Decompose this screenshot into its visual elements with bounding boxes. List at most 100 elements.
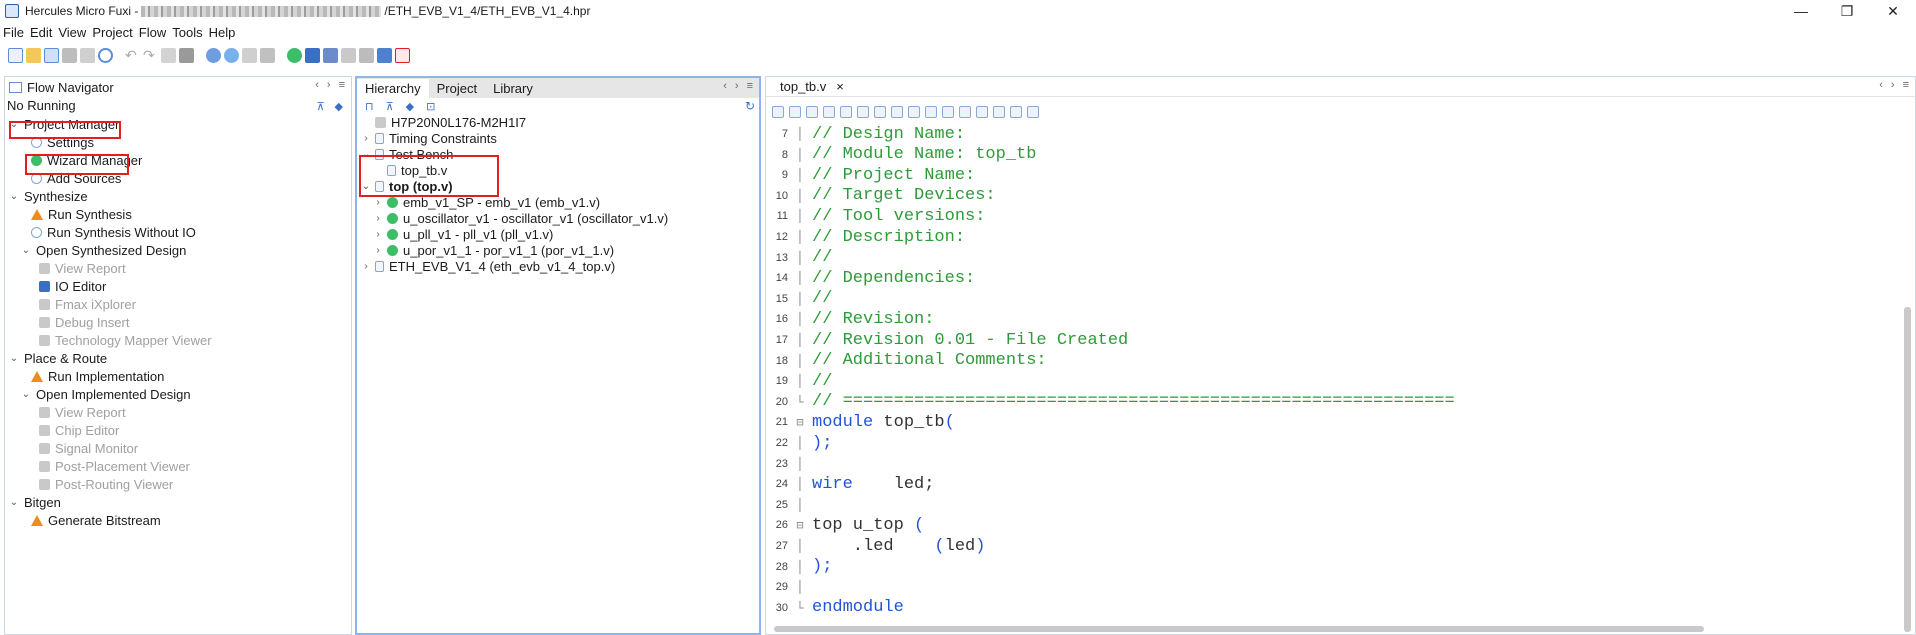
code-line[interactable]: 8 │ // Module Name: top_tb [766,145,1037,165]
copy-icon[interactable] [161,47,176,63]
horizontal-scrollbar[interactable] [774,626,1704,632]
chevron-down-icon[interactable]: ⌄ [9,497,19,508]
code-line[interactable]: 22 │); [766,433,833,453]
maximize-button[interactable]: ❐ [1824,0,1870,22]
flow-item-technology-mapper-viewer[interactable]: Technology Mapper Viewer [39,331,212,349]
implementation-icon[interactable] [224,47,239,63]
code-line[interactable]: 29 │ [766,577,812,597]
code-line[interactable]: 7 │ // Design Name: [766,124,965,144]
flow-item-fmax-ixplorer[interactable]: Fmax iXplorer [39,295,136,313]
comment-icon[interactable] [925,106,937,118]
redo-icon[interactable]: ↷ [143,47,158,63]
zoom-out-icon[interactable] [908,106,920,118]
code-line[interactable]: 18 │ // Additional Comments: [766,351,1047,371]
format-icon[interactable] [1027,106,1039,118]
fold-marker[interactable]: ⊟ [788,518,812,532]
menu-tools[interactable]: Tools [169,25,205,40]
flow-item-generate-bitstream[interactable]: Generate Bitstream [31,511,161,529]
flow-item-chip-editor[interactable]: Chip Editor [39,421,119,439]
code-line[interactable]: 10 │ // Target Devices: [766,186,996,206]
editor-cut-icon[interactable] [823,106,835,118]
code-line[interactable]: 11 │ // Tool versions: [766,206,986,226]
menu-project[interactable]: Project [89,25,135,40]
chevron-down-icon[interactable]: ⌄ [9,191,19,202]
vertical-scrollbar[interactable] [1904,307,1911,632]
new-file-icon[interactable] [8,47,23,63]
lock-icon[interactable]: ⊓ [365,100,374,113]
bitgen-icon[interactable] [242,47,257,63]
properties-icon[interactable]: ⊡ [426,100,435,113]
code-line[interactable]: 23 │ [766,454,812,474]
flow-item-post-placement-viewer[interactable]: Post-Placement Viewer [39,457,190,475]
code-line[interactable]: 21 ⊟ module top_tb( [766,412,955,432]
flow-item-synthesize[interactable]: ⌄ Synthesize [9,187,88,205]
refresh-icon[interactable]: ↻ [745,99,755,113]
flow-item-signal-monitor[interactable]: Signal Monitor [39,439,138,457]
save-all-icon[interactable] [80,47,95,63]
tab-project[interactable]: Project [428,78,486,98]
collapse-all-icon[interactable]: ⊼ [386,100,394,113]
chevron-right-icon[interactable]: › [327,79,331,91]
report-icon[interactable] [260,47,275,63]
chip-editor-icon[interactable] [323,47,338,63]
goto-line-icon[interactable] [1010,106,1022,118]
uncomment-icon[interactable] [942,106,954,118]
indent-icon[interactable] [959,106,971,118]
chevron-down-icon[interactable]: ⌄ [21,245,31,256]
panel-menu-icon[interactable]: ≡ [339,79,345,91]
panel-menu-icon[interactable]: ≡ [1903,79,1909,91]
menu-flow[interactable]: Flow [136,25,169,40]
flow-item-run-implementation[interactable]: Run Implementation [31,367,164,385]
chevron-left-icon[interactable]: ‹ [723,80,727,92]
settings-icon[interactable] [98,47,113,63]
code-line[interactable]: 24 │ wire led; [766,474,935,494]
io-editor-icon[interactable] [305,47,320,63]
mapper-icon[interactable] [359,47,374,63]
flow-item-view-report[interactable]: View Report [39,259,126,277]
menu-help[interactable]: Help [206,25,239,40]
hierarchy-item-eth-evb-v1-4-eth-evb-v1-4-top-v[interactable]: › ETH_EVB_V1_4 (eth_evb_v1_4_top.v) [361,257,615,275]
tab-hierarchy[interactable]: Hierarchy [357,78,429,98]
chevron-right-icon[interactable]: › [373,213,383,224]
chevron-left-icon[interactable]: ‹ [315,79,319,91]
pdf-icon[interactable] [395,47,410,63]
open-project-icon[interactable] [44,47,59,63]
collapse-all-icon[interactable]: ⊼ [316,100,324,113]
code-line[interactable]: 26 ⊟ top u_top ( [766,515,924,535]
chevron-right-icon[interactable]: › [361,261,371,272]
zoom-in-icon[interactable] [891,106,903,118]
editor-redo-icon[interactable] [806,106,818,118]
code-line[interactable]: 28 │); [766,557,833,577]
paste-icon[interactable] [179,47,194,63]
flow-item-run-synthesis[interactable]: Run Synthesis [31,205,132,223]
flow-item-run-synthesis-without-io[interactable]: Run Synthesis Without IO [31,223,196,241]
flow-navigator-tab[interactable]: Flow Navigator [27,80,114,95]
code-line[interactable]: 20 └ // ==================================… [766,392,1455,412]
chevron-right-icon[interactable]: › [373,245,383,256]
menu-edit[interactable]: Edit [27,25,55,40]
flow-item-io-editor[interactable]: IO Editor [39,277,106,295]
chevron-right-icon[interactable]: › [735,80,739,92]
debug-icon[interactable] [341,47,356,63]
flow-item-post-routing-viewer[interactable]: Post-Routing Viewer [39,475,173,493]
code-line[interactable]: 14 │ // Dependencies: [766,268,975,288]
flow-item-open-implemented-design[interactable]: ⌄ Open Implemented Design [21,385,191,403]
minimize-button[interactable]: — [1778,0,1824,22]
editor-copy-icon[interactable] [840,106,852,118]
tab-library[interactable]: Library [485,78,541,98]
code-line[interactable]: 30 └ endmodule [766,598,904,618]
close-tab-icon[interactable]: × [836,79,844,94]
bookmark-icon[interactable] [993,106,1005,118]
expand-icon[interactable]: ◆ [406,100,414,113]
outdent-icon[interactable] [976,106,988,118]
code-line[interactable]: 13 │ // [766,248,833,268]
code-line[interactable]: 27 │ .led (led) [766,536,986,556]
undo-icon[interactable]: ↶ [125,47,140,63]
chevron-right-icon[interactable]: › [373,229,383,240]
chevron-right-icon[interactable]: › [361,133,371,144]
code-line[interactable]: 9 │ // Project Name: [766,165,975,185]
editor-paste-icon[interactable] [857,106,869,118]
flow-item-bitgen[interactable]: ⌄ Bitgen [9,493,61,511]
menu-view[interactable]: View [55,25,89,40]
chevron-down-icon[interactable]: ⌄ [9,353,19,364]
